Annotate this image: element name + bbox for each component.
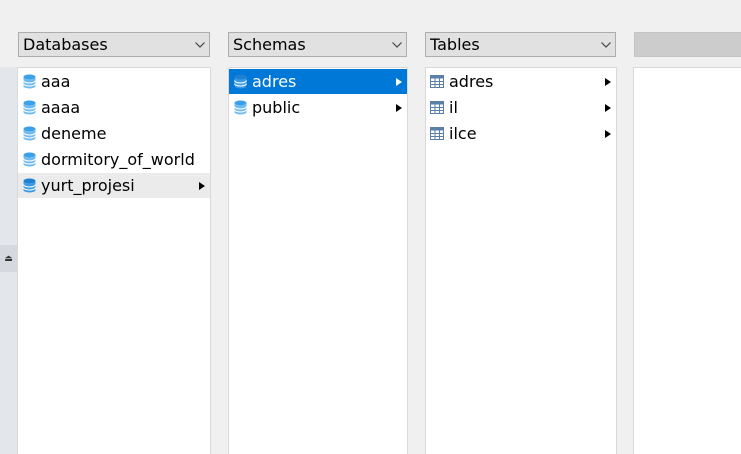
schema-item[interactable]: public [229,95,407,120]
database-item-label: aaa [41,72,71,91]
details-panel [633,67,741,454]
caret-right-icon [393,103,405,112]
schemas-dropdown-label: Schemas [233,35,306,54]
database-item[interactable]: dormitory_of_world [18,147,210,172]
left-gutter: ⏏ [0,67,18,454]
database-item[interactable]: aaa [18,69,210,94]
databases-dropdown[interactable]: Databases [18,32,210,57]
schemas-panel: adres public [228,67,408,454]
tables-dropdown-label: Tables [430,35,480,54]
database-icon [22,152,36,168]
database-item[interactable]: deneme [18,121,210,146]
databases-dropdown-label: Databases [23,35,108,54]
database-item-label: aaaa [41,98,81,117]
database-icon [22,74,36,90]
table-item[interactable]: adres [426,69,616,94]
table-item[interactable]: il [426,95,616,120]
database-icon [22,126,36,142]
details-dropdown [634,32,741,57]
chevron-down-icon [191,35,209,55]
database-item-label: deneme [41,124,107,143]
databases-panel: aaa aaaa deneme dormitory_of_world yurt_… [17,67,211,454]
chevron-down-icon [597,35,615,55]
database-item[interactable]: aaaa [18,95,210,120]
table-item-label: il [449,98,458,117]
database-item-label: yurt_projesi [41,176,135,195]
schema-icon [233,74,247,90]
caret-right-icon [602,103,614,112]
database-icon [22,178,36,194]
caret-right-icon [602,129,614,138]
table-item-label: adres [449,72,494,91]
chevron-down-icon [388,35,406,55]
table-item[interactable]: ilce [426,121,616,146]
tables-dropdown[interactable]: Tables [425,32,616,57]
tables-panel: adres il ilce [425,67,617,454]
schema-item-label: adres [252,72,297,91]
schema-item-label: public [252,98,301,117]
eject-toggle-icon[interactable]: ⏏ [0,245,17,272]
table-item-label: ilce [449,124,477,143]
database-item-label: dormitory_of_world [41,150,195,169]
caret-right-icon [196,181,208,190]
table-icon [430,126,444,142]
table-icon [430,74,444,90]
schema-item-selected[interactable]: adres [229,69,407,94]
caret-right-icon [602,77,614,86]
table-icon [430,100,444,116]
database-icon [22,100,36,116]
schemas-dropdown[interactable]: Schemas [228,32,407,57]
schema-icon [233,100,247,116]
database-item-active[interactable]: yurt_projesi [18,173,210,198]
caret-right-icon [393,77,405,86]
